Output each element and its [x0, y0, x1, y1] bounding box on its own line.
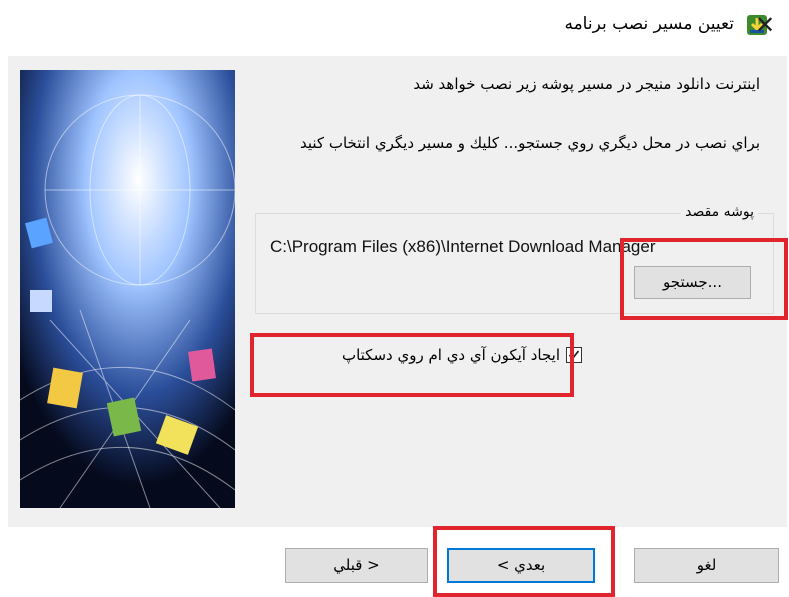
destination-folder-legend: پوشه مقصد — [681, 204, 758, 220]
destination-path: C:\Program Files (x86)\Internet Download… — [270, 237, 656, 256]
highlight-checkbox-annotation — [250, 333, 574, 397]
highlight-next-annotation — [433, 526, 615, 597]
browse-hint-text: براي نصب در محل ديگري روي جستجو... كليك … — [300, 134, 760, 152]
side-banner-image — [20, 70, 235, 508]
highlight-browse-annotation — [620, 238, 788, 320]
intro-text: اينترنت دانلود منيجر در مسير پوشه زير نص… — [413, 75, 760, 93]
close-button[interactable]: ✕ — [750, 10, 780, 40]
back-button[interactable]: قبلي > — [285, 548, 428, 583]
window-title: تعيين مسير نصب برنامه — [564, 14, 734, 34]
cancel-button[interactable]: لغو — [634, 548, 779, 583]
